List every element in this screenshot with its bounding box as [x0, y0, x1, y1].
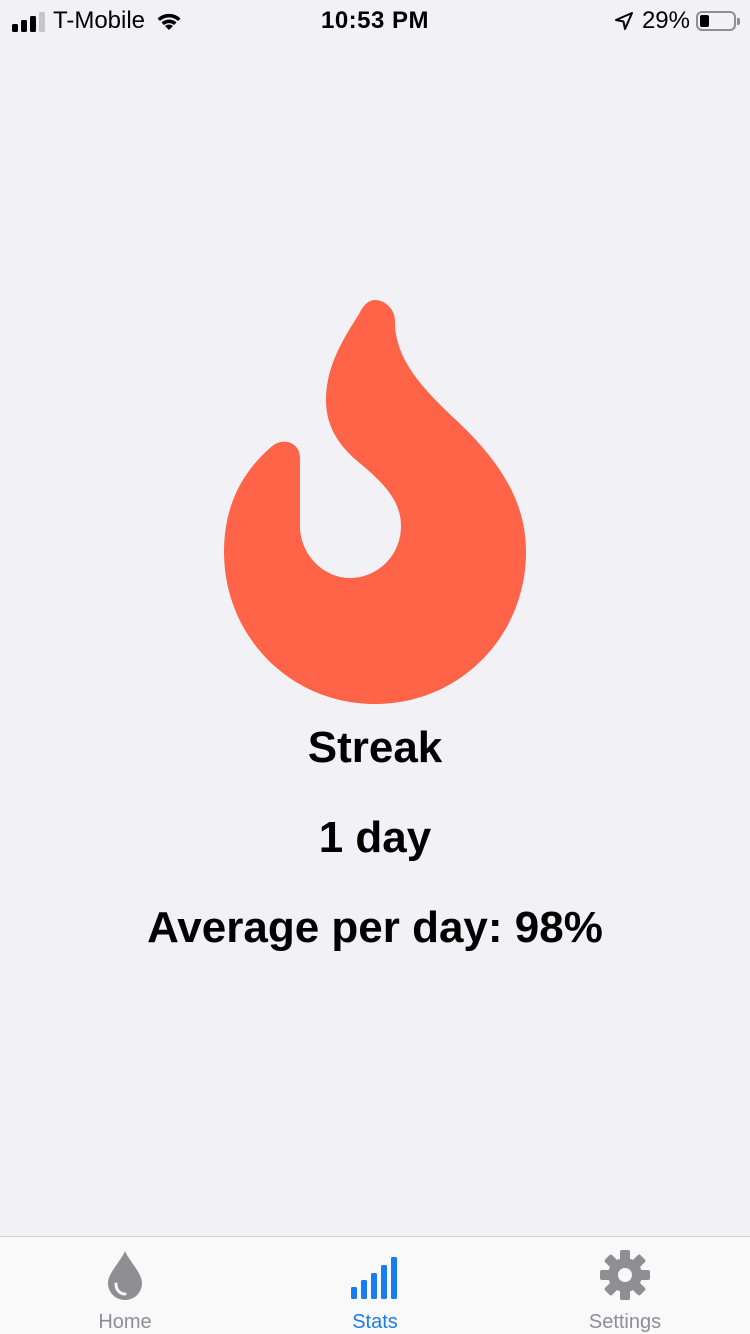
battery-percentage: 29%: [641, 7, 690, 34]
stats-screen: T-Mobile 10:53 PM 29% Streak 1 day Avera…: [0, 0, 750, 1334]
bar-chart-icon: [351, 1257, 397, 1299]
tab-settings[interactable]: Settings: [500, 1237, 750, 1334]
tab-bar: Home Stats Settings: [0, 1236, 750, 1334]
average-per-day: Average per day: 98%: [147, 903, 603, 952]
tab-settings-label: Settings: [588, 1311, 662, 1333]
gear-icon: [600, 1250, 650, 1300]
battery-icon: [696, 11, 740, 31]
tab-home[interactable]: Home: [0, 1237, 250, 1334]
water-drop-icon: [108, 1251, 142, 1300]
location-arrow-icon: [614, 12, 633, 30]
status-right: 29%: [614, 6, 740, 36]
tab-stats[interactable]: Stats: [250, 1237, 500, 1334]
streak-title: Streak: [307, 723, 443, 772]
battery-level-fill: [700, 15, 709, 27]
tab-home-label: Home: [98, 1311, 152, 1333]
flame-icon: [224, 300, 526, 704]
streak-value: 1 day: [318, 813, 432, 862]
tab-stats-label: Stats: [352, 1311, 398, 1333]
status-bar: T-Mobile 10:53 PM 29%: [0, 0, 750, 40]
